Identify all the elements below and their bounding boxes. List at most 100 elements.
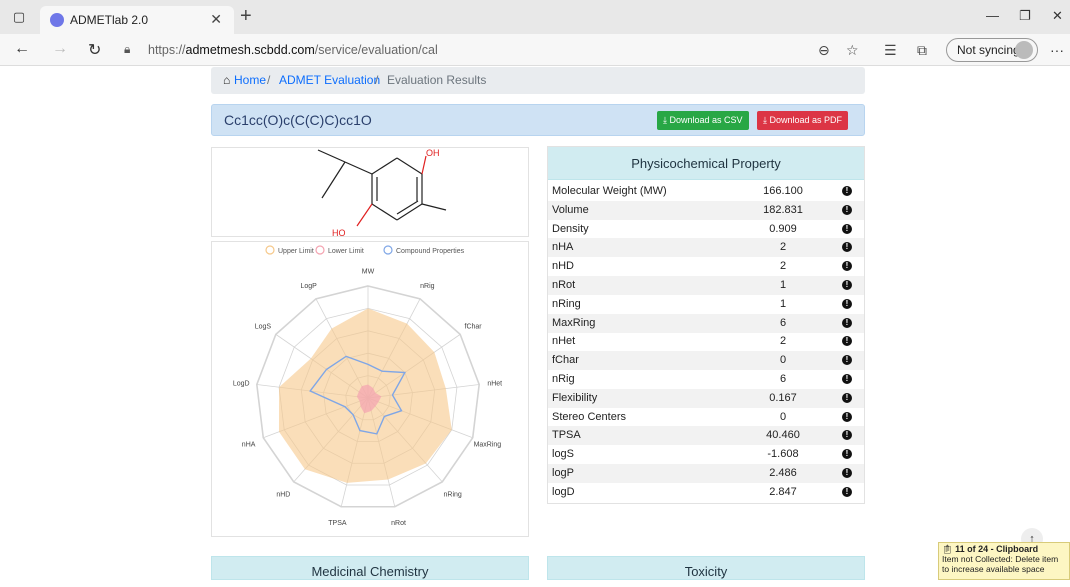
favorites-icon[interactable]: ☰ xyxy=(884,42,897,59)
property-name: nHet xyxy=(552,335,576,348)
refresh-icon[interactable]: ↻ xyxy=(88,40,101,60)
table-row: nRig 6! xyxy=(548,370,864,389)
sync-label: Not syncing xyxy=(957,43,1020,57)
property-value: 40.460 xyxy=(766,429,800,442)
medicinal-chemistry-header: Medicinal Chemistry xyxy=(211,556,529,580)
table-row: logD 2.847! xyxy=(548,483,864,502)
collections-icon[interactable]: ⧉ xyxy=(917,42,927,59)
info-icon[interactable]: ! xyxy=(842,374,852,384)
url-prefix: https:// xyxy=(148,43,186,57)
table-row: nRing 1! xyxy=(548,295,864,314)
legend-swatch xyxy=(265,245,275,255)
table-row: Volume 182.831! xyxy=(548,200,864,220)
double-bond xyxy=(396,200,419,215)
info-icon[interactable]: ! xyxy=(842,298,852,309)
ho-label: HO xyxy=(332,228,346,236)
table-row: nHD 2! xyxy=(548,257,864,276)
info-icon[interactable]: ! xyxy=(842,449,852,460)
info-icon[interactable]: ! xyxy=(842,186,852,196)
bond xyxy=(344,161,373,175)
info-icon[interactable]: ! xyxy=(842,392,852,403)
breadcrumb-separator: / xyxy=(375,73,379,87)
url-field[interactable]: 🔒︎ https://admetmesh.scbdd.com/service/e… xyxy=(120,38,870,62)
table-row: logS -1.608! xyxy=(548,445,864,464)
property-name: TPSA xyxy=(552,429,581,442)
radar-axis-label: fChar xyxy=(465,323,483,330)
property-value: 1 xyxy=(779,297,787,310)
table-row: logP 2.486! xyxy=(548,464,864,483)
info-icon[interactable]: ! xyxy=(842,486,852,497)
info-icon[interactable]: ! xyxy=(842,261,852,272)
download-pdf-button[interactable]: ⤓ Download as PDF xyxy=(757,111,849,130)
info-icon[interactable]: ! xyxy=(842,204,852,215)
clipboard-message-line2: to increase available space xyxy=(942,564,1045,574)
property-name: nHD xyxy=(552,260,575,273)
smiles-header: Cc1cc(O)c(C(C)C)cc1O ⤓ Download as CSV ⤓… xyxy=(211,104,865,136)
table-row: Molecular Weight (MW) 166.100! xyxy=(548,182,864,201)
property-name: Stereo Centers xyxy=(552,410,626,423)
favicon-icon xyxy=(50,13,64,27)
home-icon[interactable]: ⌂ xyxy=(223,73,230,87)
legend-label: Compound Properties xyxy=(396,248,465,255)
property-value: 182.831 xyxy=(763,203,803,216)
download-csv-button[interactable]: ⤓ Download as CSV xyxy=(657,111,749,130)
info-icon[interactable]: ! xyxy=(842,223,852,234)
info-icon[interactable]: ! xyxy=(842,430,852,441)
clipboard-title: 11 of 24 - Clipboard xyxy=(955,544,1039,554)
property-name: nRig xyxy=(552,373,575,385)
breadcrumb-admet-evaluation[interactable]: ADMET Evaluation xyxy=(279,73,380,87)
physicochemical-panel: Physicochemical Property Molecular Weigh… xyxy=(547,146,865,504)
sync-button[interactable]: Not syncing xyxy=(946,38,1038,62)
legend-swatch xyxy=(315,245,325,255)
property-value: 0.909 xyxy=(769,222,797,235)
property-value: 2 xyxy=(779,260,787,273)
restore-icon[interactable]: ❐ xyxy=(1019,8,1031,24)
property-name: logD xyxy=(552,485,575,498)
property-value: -1.608 xyxy=(767,448,799,461)
property-name: Density xyxy=(552,222,589,235)
clipboard-message-line1: Item not Collected: Delete item xyxy=(942,554,1059,564)
radar-axis-label: nHD xyxy=(276,492,290,499)
info-icon[interactable]: ! xyxy=(842,468,852,478)
info-icon[interactable]: ! xyxy=(842,280,852,290)
info-icon[interactable]: ! xyxy=(842,317,852,328)
breadcrumb-home[interactable]: Home xyxy=(234,73,266,87)
info-icon[interactable]: ! xyxy=(842,411,852,422)
window-close-icon[interactable]: ✕ xyxy=(1052,8,1063,24)
property-value: 166.100 xyxy=(763,185,803,197)
bond xyxy=(321,161,346,199)
minimize-icon[interactable]: — xyxy=(986,8,999,23)
property-value: 2.847 xyxy=(769,485,797,498)
radar-axis-label: LogP xyxy=(300,283,317,290)
favorite-icon[interactable]: ☆ xyxy=(846,42,859,59)
property-name: logS xyxy=(552,448,575,461)
back-icon[interactable]: ← xyxy=(14,40,30,58)
property-value: 1 xyxy=(779,279,787,291)
property-name: Flexibility xyxy=(552,391,598,404)
bond xyxy=(371,203,398,221)
new-tab-icon[interactable]: + xyxy=(240,5,252,28)
zoom-icon[interactable]: ⊖ xyxy=(818,42,830,59)
close-icon[interactable]: ✕ xyxy=(210,11,222,28)
property-value: 2.486 xyxy=(769,467,797,479)
tab-actions-icon[interactable]: ▢ xyxy=(10,8,28,26)
table-row: TPSA 40.460! xyxy=(548,426,864,446)
address-bar: ← → ↻ 🔒︎ https://admetmesh.scbdd.com/ser… xyxy=(0,34,1070,66)
table-row: Flexibility 0.167! xyxy=(548,388,864,408)
property-name: Volume xyxy=(552,203,589,216)
forward-icon[interactable]: → xyxy=(52,40,68,58)
radar-axis-label: nRing xyxy=(444,492,462,499)
property-name: fChar xyxy=(552,354,579,367)
radar-axis-label: nHA xyxy=(242,441,256,448)
property-value: 0 xyxy=(779,410,787,423)
info-icon[interactable]: ! xyxy=(842,336,852,347)
browser-tab[interactable]: ADMETlab 2.0 ✕ xyxy=(40,6,234,34)
more-icon[interactable]: ··· xyxy=(1050,42,1064,58)
physicochemical-title: Physicochemical Property xyxy=(548,147,864,180)
property-value: 2 xyxy=(779,241,787,254)
table-row: fChar 0! xyxy=(548,351,864,371)
smiles-text: Cc1cc(O)c(C(C)C)cc1O xyxy=(224,112,372,128)
info-icon[interactable]: ! xyxy=(842,355,852,366)
info-icon[interactable]: ! xyxy=(842,242,852,253)
property-value: 0.167 xyxy=(769,391,797,404)
